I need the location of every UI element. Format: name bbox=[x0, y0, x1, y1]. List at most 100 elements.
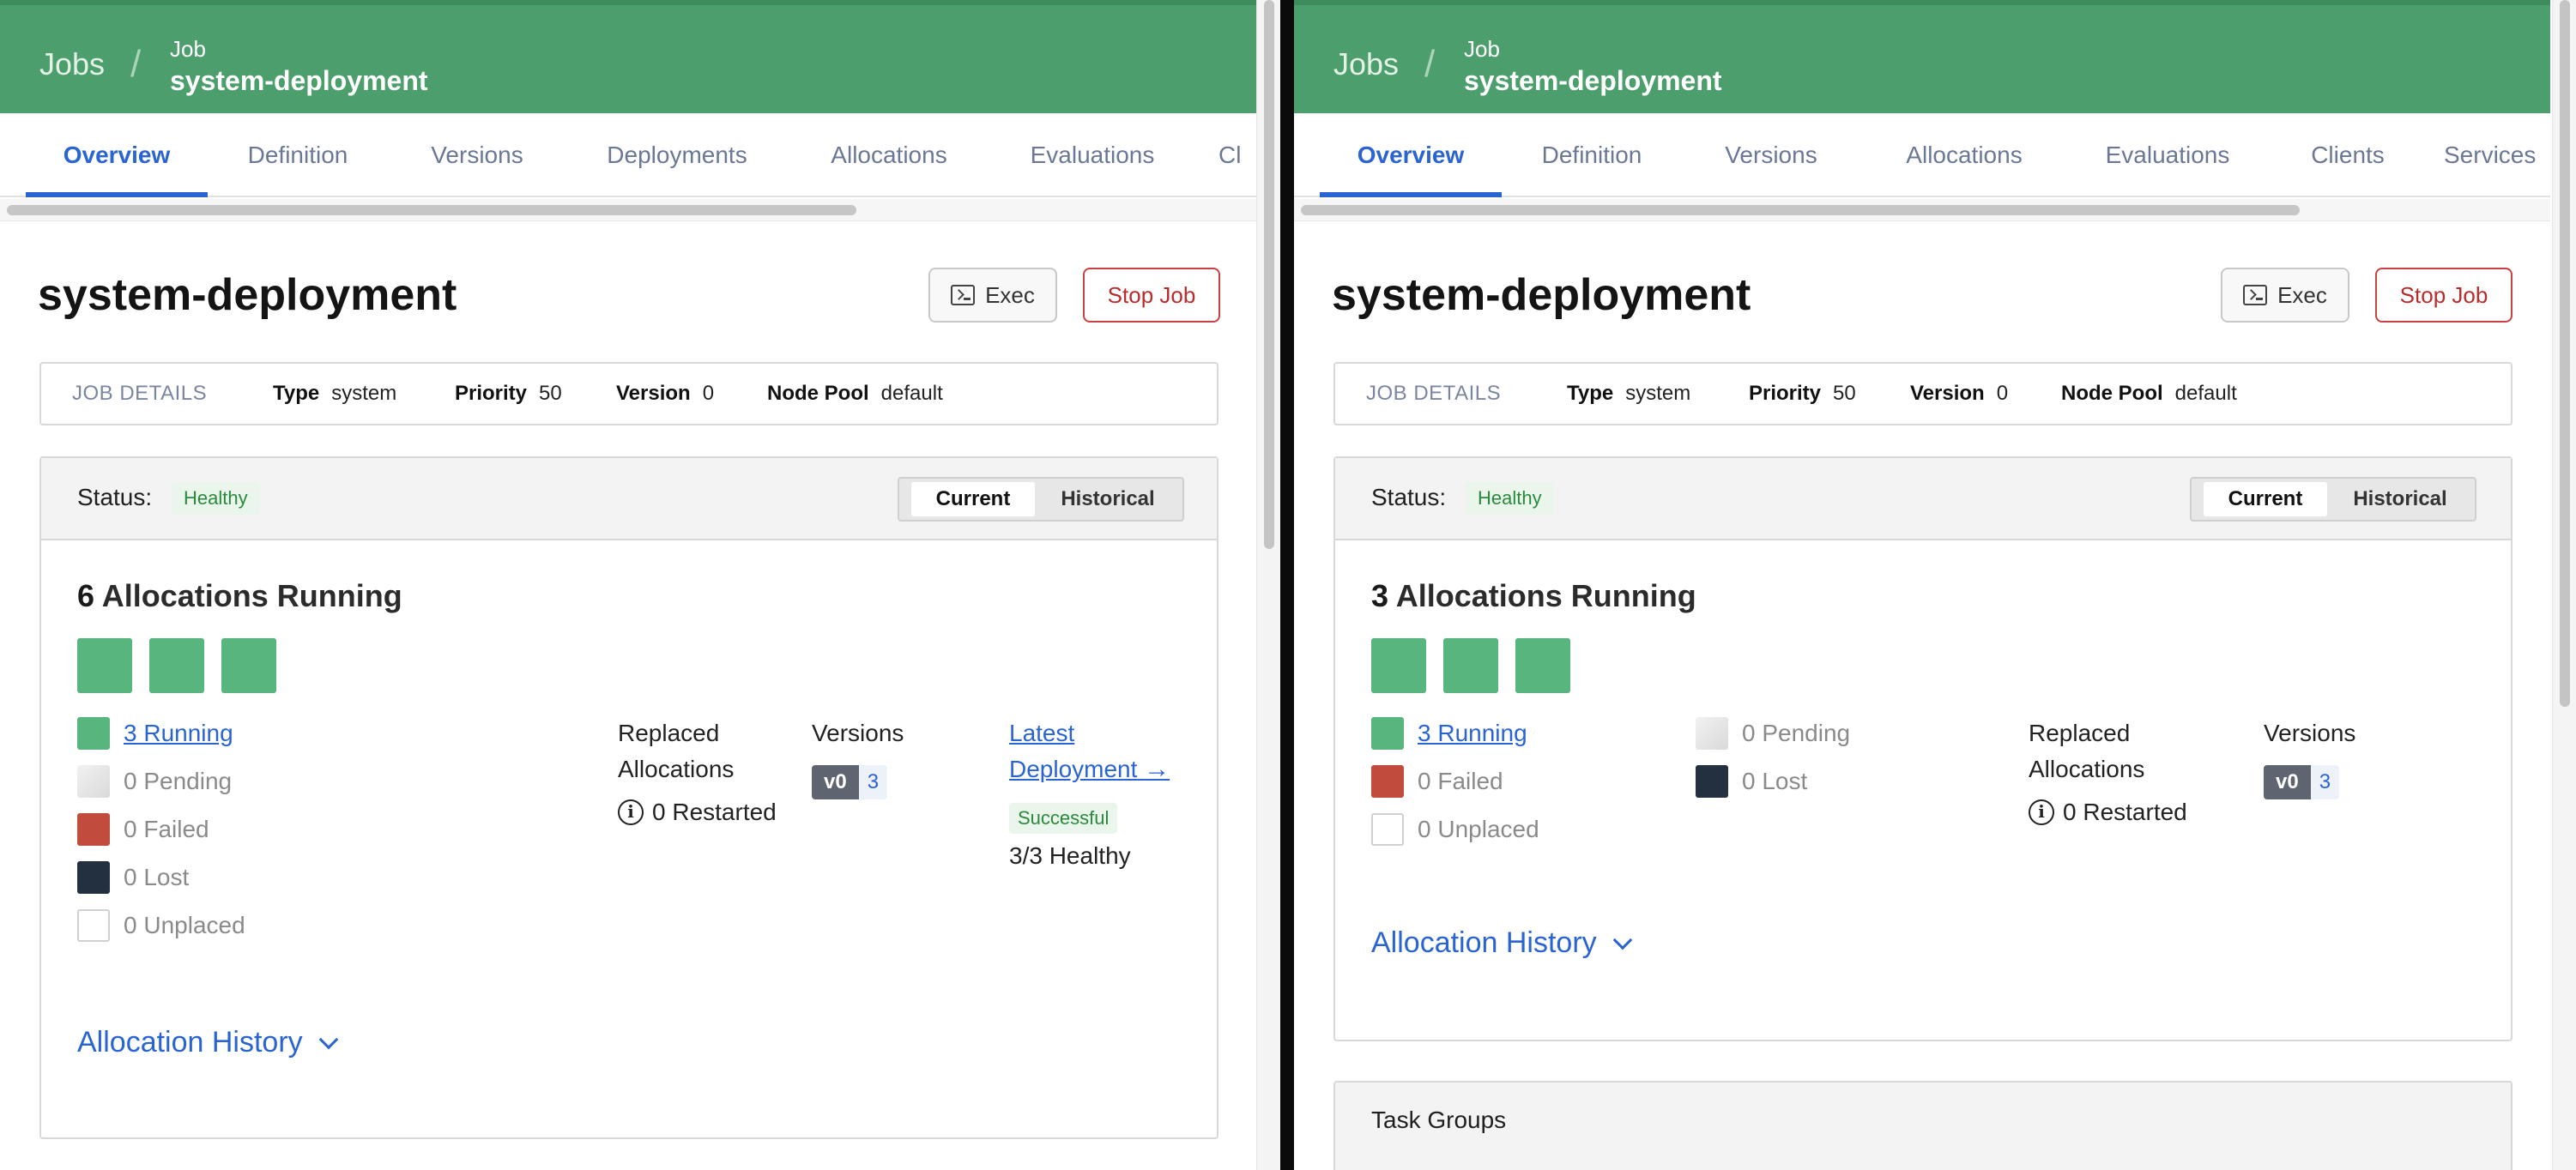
tab-deployments[interactable]: Deployments bbox=[587, 113, 767, 197]
lost-swatch bbox=[77, 861, 110, 894]
legend-unplaced: 0 Unplaced bbox=[77, 908, 245, 944]
legend-unplaced: 0 Unplaced bbox=[1371, 811, 1539, 847]
allocation-block[interactable] bbox=[1371, 638, 1426, 693]
legend-failed: 0 Failed bbox=[77, 811, 209, 847]
detail-node-pool: Node Pool default bbox=[2061, 364, 2237, 424]
detail-node-pool: Node Pool default bbox=[767, 364, 943, 424]
chevron-down-icon bbox=[318, 1029, 338, 1050]
restarted-count: i 0 Restarted bbox=[2029, 794, 2187, 830]
tabs-horizontal-scrollbar[interactable] bbox=[1294, 199, 2550, 221]
stop-job-button[interactable]: Stop Job bbox=[1083, 268, 1220, 323]
toggle-current[interactable]: Current bbox=[2204, 482, 2327, 516]
terminal-icon bbox=[951, 285, 976, 305]
version-badge[interactable]: v0 3 bbox=[812, 765, 888, 799]
exec-button[interactable]: Exec bbox=[928, 268, 1057, 323]
stop-job-button[interactable]: Stop Job bbox=[2375, 268, 2513, 323]
breadcrumb-job-name[interactable]: system-deployment bbox=[170, 65, 428, 97]
toggle-historical[interactable]: Historical bbox=[1040, 482, 1176, 516]
tab-clients-truncated[interactable]: Cl bbox=[1218, 113, 1256, 197]
page-scroll-thumb[interactable] bbox=[1264, 0, 1274, 549]
status-label: Status: bbox=[1371, 484, 1447, 510]
tab-evaluations[interactable]: Evaluations bbox=[1009, 113, 1176, 197]
breadcrumb-jobs[interactable]: Jobs bbox=[39, 46, 105, 82]
legend-running[interactable]: 3 Running bbox=[77, 715, 233, 751]
current-historical-toggle: Current Historical bbox=[898, 477, 1184, 522]
tabs-horizontal-scrollbar[interactable] bbox=[0, 199, 1256, 221]
restarted-count: i 0 Restarted bbox=[618, 794, 777, 830]
status-badge: Healthy bbox=[172, 482, 260, 515]
tab-overview[interactable]: Overview bbox=[26, 113, 208, 197]
version-tag: v0 bbox=[812, 765, 859, 799]
failed-swatch bbox=[1371, 765, 1404, 798]
tab-definition[interactable]: Definition bbox=[225, 113, 371, 197]
legend-unplaced-label: 0 Unplaced bbox=[1418, 816, 1539, 842]
allocations-running-title: 6 Allocations Running bbox=[77, 578, 402, 614]
allocation-history-toggle[interactable]: Allocation History bbox=[77, 1026, 338, 1059]
legend-failed-label: 0 Failed bbox=[124, 816, 209, 842]
right-window: Jobs / Job system-deployment Overview De… bbox=[1294, 0, 2576, 1170]
replaced-line-1: Replaced bbox=[2029, 720, 2131, 746]
toggle-current[interactable]: Current bbox=[911, 482, 1035, 516]
legend-lost-label: 0 Lost bbox=[124, 864, 190, 890]
legend-running[interactable]: 3 Running bbox=[1371, 715, 1527, 751]
header-bar: Jobs / Job system-deployment bbox=[1294, 0, 2550, 113]
legend-pending-label: 0 Pending bbox=[124, 768, 233, 794]
allocation-history-toggle[interactable]: Allocation History bbox=[1371, 926, 1632, 960]
latest-deployment-link[interactable]: Latest Deployment → bbox=[1009, 715, 1170, 787]
legend-lost: 0 Lost bbox=[77, 859, 189, 896]
tab-overview[interactable]: Overview bbox=[1320, 113, 1502, 197]
version-badge[interactable]: v0 3 bbox=[2264, 765, 2340, 799]
tab-allocations[interactable]: Allocations bbox=[807, 113, 971, 197]
tabs-scroll-thumb[interactable] bbox=[1301, 205, 2300, 215]
detail-priority-value: 50 bbox=[539, 382, 562, 405]
running-swatch bbox=[77, 717, 110, 750]
breadcrumb-job-label: Job bbox=[1464, 36, 1500, 62]
tab-versions[interactable]: Versions bbox=[1697, 113, 1845, 197]
tab-evaluations[interactable]: Evaluations bbox=[2083, 113, 2252, 197]
breadcrumb-jobs[interactable]: Jobs bbox=[1333, 46, 1399, 82]
legend-running-label: 3 Running bbox=[124, 720, 233, 746]
detail-priority-value: 50 bbox=[1833, 382, 1856, 405]
detail-node-pool-label: Node Pool bbox=[767, 382, 869, 405]
tab-clients[interactable]: Clients bbox=[2289, 113, 2406, 197]
toggle-historical[interactable]: Historical bbox=[2332, 482, 2468, 516]
allocation-count: 3 bbox=[1371, 578, 1389, 613]
tab-services[interactable]: Services bbox=[2444, 113, 2550, 197]
page-title: system-deployment bbox=[1332, 270, 1751, 320]
job-tabs: Overview Definition Versions Deployments… bbox=[0, 113, 1256, 197]
version-count: 3 bbox=[2310, 765, 2340, 799]
allocation-block[interactable] bbox=[77, 638, 132, 693]
tab-versions[interactable]: Versions bbox=[403, 113, 551, 197]
detail-priority-label: Priority bbox=[455, 382, 528, 405]
status-label: Status: bbox=[77, 484, 153, 510]
page-vertical-scrollbar[interactable] bbox=[2552, 0, 2576, 1170]
allocation-block[interactable] bbox=[221, 638, 276, 693]
allocation-block[interactable] bbox=[1515, 638, 1570, 693]
allocations-running-title: 3 Allocations Running bbox=[1371, 578, 1696, 614]
allocation-block[interactable] bbox=[149, 638, 204, 693]
versions-heading: Versions bbox=[2264, 720, 2356, 746]
exec-button-label: Exec bbox=[2277, 281, 2327, 308]
detail-type-label: Type bbox=[273, 382, 320, 405]
allocation-block[interactable] bbox=[1443, 638, 1498, 693]
page-vertical-scrollbar[interactable] bbox=[1256, 0, 1280, 1170]
page-scroll-thumb[interactable] bbox=[2560, 0, 2570, 707]
version-tag: v0 bbox=[2264, 765, 2311, 799]
replaced-line-2: Allocations bbox=[618, 756, 735, 782]
tab-definition[interactable]: Definition bbox=[1519, 113, 1665, 197]
legend-pending: 0 Pending bbox=[77, 763, 232, 799]
exec-button[interactable]: Exec bbox=[2221, 268, 2349, 323]
failed-swatch bbox=[77, 813, 110, 846]
breadcrumb-job-name[interactable]: system-deployment bbox=[1464, 65, 1722, 97]
detail-type: Type system bbox=[1567, 364, 1690, 424]
tabs-scroll-thumb[interactable] bbox=[7, 205, 856, 215]
tab-allocations[interactable]: Allocations bbox=[1881, 113, 2047, 197]
pending-swatch bbox=[1696, 717, 1728, 750]
legend-failed: 0 Failed bbox=[1371, 763, 1503, 799]
unplaced-swatch bbox=[1371, 813, 1404, 846]
header-bar: Jobs / Job system-deployment bbox=[0, 0, 1256, 113]
versions-heading: Versions bbox=[812, 720, 904, 746]
job-details-heading: JOB DETAILS bbox=[72, 382, 208, 405]
left-content: Jobs / Job system-deployment Overview De… bbox=[0, 0, 1256, 1170]
arrow-right-icon: → bbox=[1144, 755, 1170, 783]
